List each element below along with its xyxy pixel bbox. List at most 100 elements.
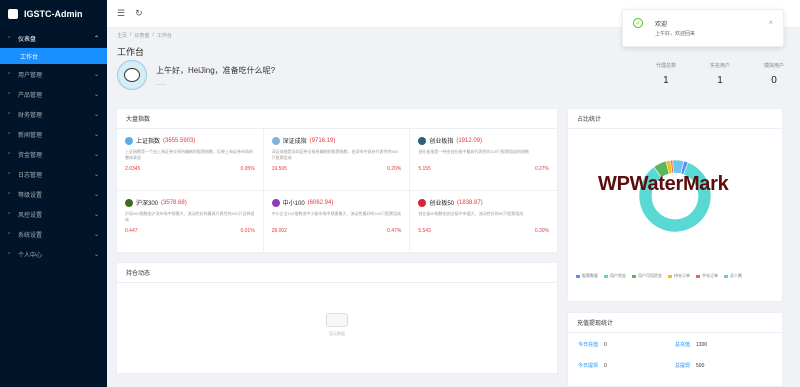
index-change-row: 0.447 0.01% — [125, 228, 255, 234]
success-check-icon: ✓ — [633, 18, 643, 28]
rc-label[interactable]: 今日充值 — [578, 342, 598, 348]
rc-label[interactable]: 总充值 — [675, 342, 690, 348]
total-recharge: 总充值 1300 — [675, 341, 772, 348]
index-card[interactable]: 上证指数 (3655.5903) 上证指数是一个由上海证券交易所编制的股票指数，反映… — [117, 129, 264, 191]
index-title: 沪深300 (3578.68) — [125, 198, 255, 207]
today-withdraw: 今日提现 0 — [578, 362, 675, 369]
empty-state: 暂无数据 — [322, 313, 352, 337]
sidebar-item[interactable]: ▫ 系统设置 ⌄ — [0, 224, 107, 244]
panel-title: 大盘指数 — [117, 109, 557, 129]
legend-item[interactable]: 总人数 — [724, 273, 742, 279]
index-value: (3655.5903) — [163, 137, 196, 144]
refresh-icon[interactable]: ↻ — [135, 8, 143, 19]
breadcrumb: 主页 / 仪表盘 / 工作台 — [117, 32, 172, 39]
market-indices-panel: 大盘指数 上证指数 (3655.5903) 上证指数是一个由上海证券交易所编制的股票… — [116, 108, 558, 254]
legend-swatch — [696, 274, 700, 278]
greeting-subtext: —— — [156, 82, 166, 88]
index-title: 创业板50 (1838.87) — [418, 198, 549, 207]
today-recharge: 今日充值 0 — [578, 341, 675, 348]
index-percent: 0.01% — [240, 228, 255, 234]
index-icon — [271, 198, 280, 207]
collapse-menu-icon[interactable]: ☰ — [117, 8, 125, 19]
chevron-icon: ⌄ — [93, 191, 99, 198]
sidebar-item[interactable]: ▫ 等级设置 ⌄ — [0, 184, 107, 204]
index-name: 深证成指 — [282, 139, 307, 145]
legend-swatch — [604, 274, 608, 278]
index-value: (1838.87) — [457, 199, 483, 206]
sidebar-subitem-workbench[interactable]: 工作台 — [0, 48, 107, 64]
sidebar-item[interactable]: ▫ 仪表盘 ⌃ — [0, 28, 107, 48]
stat-value: 0 — [771, 75, 777, 86]
brand[interactable]: IGSTC-Admin — [0, 0, 107, 28]
ratio-panel: 占比统计 WPWaterMark 股票数量 用户资金 用户可用资金 持仓订单 平仓订单 总… — [567, 108, 783, 302]
sidebar-item[interactable]: ▫ 个人中心 ⌄ — [0, 244, 107, 264]
total-withdraw: 总提现 500 — [675, 362, 772, 369]
empty-box-icon — [326, 313, 348, 327]
sidebar-item[interactable]: ▫ 用户管理 ⌄ — [0, 64, 107, 84]
avatar — [117, 60, 147, 90]
index-title: 上证指数 (3655.5903) — [125, 136, 255, 145]
sidebar-item[interactable]: ▫ 新闻管理 ⌄ — [0, 124, 107, 144]
sidebar-item[interactable]: ▫ 产品管理 ⌄ — [0, 84, 107, 104]
shield-icon: ▫ — [8, 211, 11, 217]
sidebar-item-label: 用户管理 — [18, 72, 43, 79]
logo-icon — [8, 9, 18, 19]
chevron-icon: ⌄ — [93, 231, 99, 238]
index-description: 深证成指是深圳证券交易所编制的股票指数，由深市中具有代表性的500只股票组成 — [271, 149, 399, 160]
legend-swatch — [668, 274, 672, 278]
toast-message: 上午好，欢迎回来 — [655, 31, 696, 37]
index-change-row: 5.543 0.30% — [418, 228, 549, 234]
legend-label: 持仓订单 — [674, 273, 690, 278]
close-icon[interactable]: × — [768, 18, 773, 27]
legend-item[interactable]: 用户资金 — [604, 273, 626, 279]
breadcrumb-home[interactable]: 主页 — [117, 32, 127, 39]
legend-item[interactable]: 股票数量 — [576, 273, 598, 279]
chevron-icon: ⌄ — [93, 171, 99, 178]
person-icon: ▫ — [8, 251, 11, 257]
ratio-donut-chart[interactable] — [630, 151, 720, 241]
index-change: 28.002 — [271, 228, 287, 234]
rc-label[interactable]: 总提现 — [675, 363, 690, 369]
index-card[interactable]: 创业板指 (1912.09) 创业板指是一种由创业板中最具代表性的100只股票组成的… — [410, 129, 557, 191]
legend-swatch — [632, 274, 636, 278]
legend-swatch — [724, 274, 728, 278]
index-title: 深证成指 (9716.19) — [271, 136, 402, 145]
chevron-icon: ⌄ — [93, 131, 99, 138]
sidebar-item[interactable]: ▫ 财务管理 ⌄ — [0, 104, 107, 124]
legend-item[interactable]: 持仓订单 — [668, 273, 690, 279]
legend-item[interactable]: 用户可用资金 — [632, 273, 662, 279]
index-title: 中小100 (6062.94) — [271, 198, 402, 207]
app-title: IGSTC-Admin — [24, 9, 83, 19]
dashboard-icon: ▫ — [8, 35, 11, 41]
sidebar-item[interactable]: ▫ 资金管理 ⌄ — [0, 144, 107, 164]
index-change: 0.447 — [125, 228, 138, 234]
stat-label: 实名用户 — [709, 63, 730, 69]
index-card[interactable]: 沪深300 (3578.68) 沪深300指数由沪深市场中规模大、流动性好的最具代表… — [117, 191, 264, 253]
index-value: (3578.68) — [161, 199, 187, 206]
sidebar-item-label: 仪表盘 — [18, 36, 37, 43]
level-icon: ▫ — [8, 191, 11, 197]
stat-demo-users: 模拟用户 0 — [764, 62, 784, 86]
rc-label[interactable]: 今日提现 — [578, 363, 598, 369]
wallet-icon: ▫ — [8, 111, 11, 117]
index-icon — [271, 136, 280, 145]
sidebar-item-label: 新闻管理 — [18, 132, 43, 139]
greeting-text: 上午好，HeiJing，准备吃什么呢? — [156, 66, 276, 75]
user-icon: ▫ — [8, 71, 11, 77]
index-card[interactable]: 深证成指 (9716.19) 深证成指是深圳证券交易所编制的股票指数，由深市中具有代… — [263, 129, 411, 191]
index-name: 沪深300 — [136, 201, 159, 207]
sidebar-item[interactable]: ▫ 日志管理 ⌄ — [0, 164, 107, 184]
index-value: (1912.09) — [456, 137, 483, 144]
stat-label: 模拟用户 — [763, 63, 784, 69]
recharge-panel: 充值提现统计 今日充值 0 总充值 1300 今日提现 0 总提现 500 — [567, 312, 783, 387]
sidebar-item[interactable]: ▫ 风控设置 ⌄ — [0, 204, 107, 224]
log-icon: ▫ — [8, 171, 11, 177]
legend-item[interactable]: 平仓订单 — [696, 273, 718, 279]
index-name: 创业板指 — [429, 139, 454, 145]
breadcrumb-dashboard[interactable]: 仪表盘 — [134, 32, 149, 39]
sidebar-item-label: 等级设置 — [18, 192, 43, 199]
chevron-icon: ⌄ — [93, 91, 99, 98]
stat-value: 1 — [717, 75, 723, 86]
index-card[interactable]: 中小100 (6062.94) 中小企业100指数由中小板市场中规模最大、流动性最好… — [263, 191, 411, 253]
index-card[interactable]: 创业板50 (1838.87) 创业板50指数由创业板中市值大、流动性好的50只股票… — [410, 191, 557, 253]
